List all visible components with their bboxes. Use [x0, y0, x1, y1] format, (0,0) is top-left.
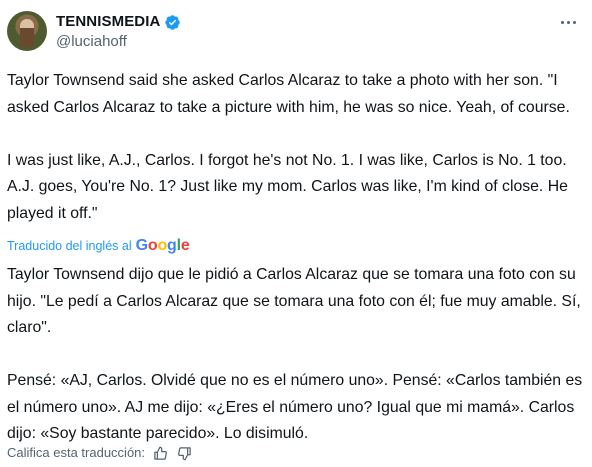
- google-logo: Google: [135, 237, 190, 254]
- translated-by-label: Traducido del inglés al: [7, 239, 132, 253]
- translated-by-link[interactable]: Traducido del inglés al Google: [7, 237, 190, 255]
- author-display-name[interactable]: TENNISMEDIA: [56, 13, 160, 31]
- rate-translation-label: Califica esta traducción:: [7, 445, 146, 460]
- verified-badge-icon[interactable]: [164, 14, 181, 31]
- more-dot: [572, 20, 576, 24]
- author-handle[interactable]: @luciahoff: [56, 33, 127, 51]
- more-dot: [566, 20, 570, 24]
- thumbs-down-icon[interactable]: [175, 444, 193, 462]
- tweet: TENNISMEDIA @luciahoff Taylor Townsend s…: [0, 0, 592, 467]
- avatar[interactable]: [7, 11, 47, 51]
- author-name-row: TENNISMEDIA: [56, 13, 181, 31]
- rate-translation: Califica esta traducción:: [7, 444, 193, 462]
- tweet-translated-text: Taylor Townsend dijo que le pidió a Carl…: [7, 266, 583, 442]
- tweet-original-text: Taylor Townsend said she asked Carlos Al…: [7, 72, 570, 222]
- thumbs-up-icon[interactable]: [151, 444, 169, 462]
- more-options-icon[interactable]: [553, 12, 583, 32]
- more-dot: [560, 20, 564, 24]
- avatar-photo: [20, 19, 34, 47]
